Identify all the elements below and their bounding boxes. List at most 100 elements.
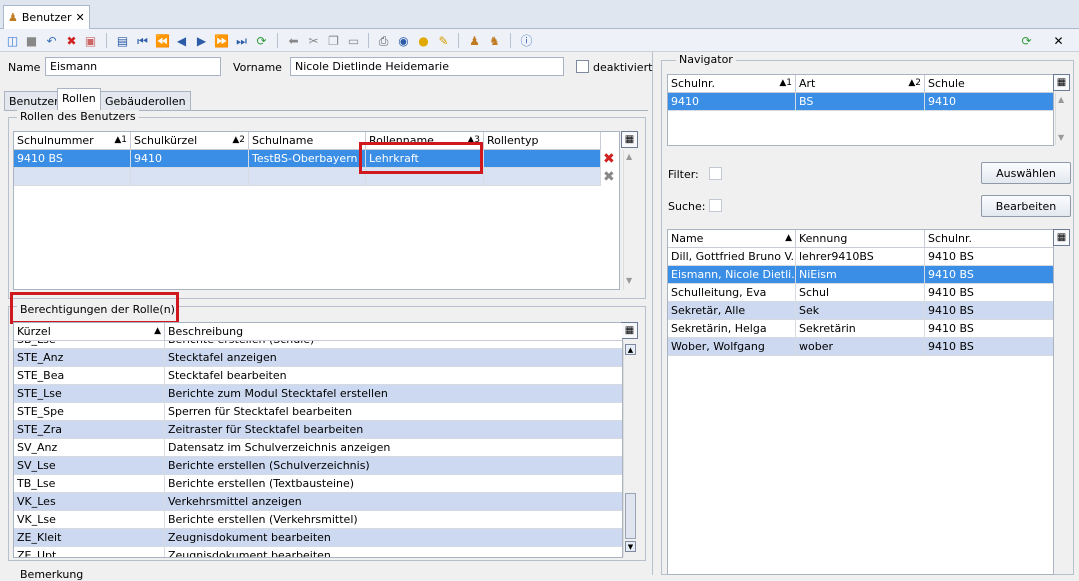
scroll-up-icon[interactable]: ▲: [625, 344, 636, 355]
table-row[interactable]: TB_Lse Berichte erstellen (Textbausteine): [14, 475, 622, 493]
deaktiviert-checkbox[interactable]: [576, 60, 589, 73]
column-header-rollentyp[interactable]: Rollentyp: [484, 132, 601, 150]
table-row[interactable]: 9410 BS 9410: [668, 93, 1053, 111]
name-field[interactable]: Eismann: [45, 57, 221, 76]
table-row[interactable]: ZE_Upt Zeugnisdokument bearbeiten: [14, 547, 622, 557]
previous-icon[interactable]: ◀: [173, 32, 190, 49]
print-icon[interactable]: ⎙: [375, 32, 392, 49]
table-row[interactable]: SV_Lse Berichte erstellen (Schulverzeichn…: [14, 457, 622, 475]
tab-benutzer-document[interactable]: ♟ Benutzer ✕: [3, 5, 90, 29]
navigator-scrollbar[interactable]: ▲ ▼: [1055, 93, 1069, 145]
permissions-column-chooser-icon[interactable]: ▦: [621, 322, 638, 339]
scroll-thumb[interactable]: [625, 493, 636, 539]
table-row[interactable]: SV_Anz Datensatz im Schulverzeichnis anze…: [14, 439, 622, 457]
user-group-icon[interactable]: ♞: [486, 32, 503, 49]
tab-gebaeuderollen[interactable]: Gebäuderollen: [100, 91, 191, 111]
column-header-schule[interactable]: Schule: [925, 75, 1053, 93]
table-row[interactable]: STE_Anz Stecktafel anzeigen: [14, 349, 622, 367]
filter-checkbox[interactable]: [709, 167, 722, 180]
name-cell: Schulleitung, Eva: [668, 284, 796, 302]
table-row[interactable]: ZE_Kleit Zeugnisdokument bearbeiten: [14, 529, 622, 547]
delete-row-icon[interactable]: ✖: [603, 151, 615, 167]
table-row[interactable]: 9410 BS 9410 TestBS-Oberbayern Lehrkraft: [14, 150, 601, 168]
column-header-art[interactable]: Art ▲2: [796, 75, 925, 93]
users-column-chooser-icon[interactable]: ▦: [1053, 229, 1070, 246]
new-row[interactable]: [14, 168, 601, 186]
back-arrow-icon[interactable]: ⬅: [285, 32, 302, 49]
table-row[interactable]: Wober, Wolfgang wober 9410 BS: [668, 338, 1053, 356]
name-cell: Sekretärin, Helga: [668, 320, 796, 338]
permissions-scrollbar[interactable]: ▲ ▼: [623, 341, 637, 557]
toolbar: ◫ ■ ↶ ✖ ▣ ▤ ⏮ ⏪ ◀ ▶ ⏩ ⏭ ⟳ ⬅ ✂ ❐ ▭ ⎙ ◉ ● …: [0, 29, 1079, 52]
cut-icon[interactable]: ✂: [305, 32, 322, 49]
users-icon: ♟: [8, 11, 18, 24]
table-row[interactable]: Sekretärin, Helga Sekretärin 9410 BS: [668, 320, 1053, 338]
auswaehlen-button[interactable]: Auswählen: [981, 162, 1071, 184]
vorname-label: Vorname: [233, 61, 282, 74]
roles-scrollbar[interactable]: ▲ ▼: [623, 150, 637, 290]
fast-back-icon[interactable]: ⏪: [154, 32, 171, 49]
column-header-schulnr[interactable]: Schulnr. ▲1: [668, 75, 796, 93]
table-row[interactable]: Sekretär, Alle Sek 9410 BS: [668, 302, 1053, 320]
suche-checkbox[interactable]: [709, 199, 722, 212]
column-chooser-icon[interactable]: ▦: [621, 131, 638, 148]
column-header-kuerzel[interactable]: Kürzel ▲: [14, 323, 165, 341]
close-window-icon[interactable]: ✕: [1050, 32, 1067, 49]
table-row[interactable]: VK_Lse Berichte erstellen (Verkehrsmittel…: [14, 511, 622, 529]
kuerzel-cell: SV_Anz: [14, 439, 165, 457]
delete-icon[interactable]: ✖: [63, 32, 80, 49]
beschreibung-cell: Datensatz im Schulverzeichnis anzeigen: [165, 439, 622, 457]
fast-forward-icon[interactable]: ⏩: [213, 32, 230, 49]
last-record-icon[interactable]: ⏭: [233, 32, 250, 49]
table-row[interactable]: STE_Bea Stecktafel bearbeiten: [14, 367, 622, 385]
column-header-schulnr-users[interactable]: Schulnr.: [925, 230, 1053, 248]
preview-icon[interactable]: ◉: [395, 32, 412, 49]
users-icon[interactable]: ♟: [466, 32, 483, 49]
table-row[interactable]: Eismann, Nicole Dietli... NiEism 9410 BS: [668, 266, 1053, 284]
save-icon[interactable]: ■: [23, 32, 40, 49]
undo-icon[interactable]: ↶: [43, 32, 60, 49]
splitter[interactable]: [652, 52, 653, 575]
vorname-field[interactable]: Nicole Dietlinde Heidemarie: [290, 57, 564, 76]
paste-icon[interactable]: ▭: [345, 32, 362, 49]
list-icon[interactable]: ▤: [114, 32, 131, 49]
refresh-window-icon[interactable]: ⟳: [1018, 32, 1035, 49]
bearbeiten-button[interactable]: Bearbeiten: [981, 195, 1071, 217]
column-header-schulname[interactable]: Schulname: [249, 132, 366, 150]
close-icon[interactable]: ✕: [76, 11, 85, 24]
scroll-down-icon[interactable]: ▼: [625, 541, 636, 552]
document-tab-bar: [0, 0, 1079, 29]
beschreibung-cell: Berichte zum Modul Stecktafel erstellen: [165, 385, 622, 403]
column-header-name[interactable]: Name ▲: [668, 230, 796, 248]
reset-icon[interactable]: ▣: [82, 32, 99, 49]
kennung-cell: Schul: [796, 284, 925, 302]
table-row[interactable]: VK_Les Verkehrsmittel anzeigen: [14, 493, 622, 511]
next-icon[interactable]: ▶: [193, 32, 210, 49]
table-row[interactable]: STE_Lse Berichte zum Modul Stecktafel ers…: [14, 385, 622, 403]
refresh-icon[interactable]: ⟳: [253, 32, 270, 49]
name-cell: Wober, Wolfgang: [668, 338, 796, 356]
tab-rollen[interactable]: Rollen: [57, 88, 101, 110]
name-cell: Sekretär, Alle: [668, 302, 796, 320]
help-icon[interactable]: ⓘ: [518, 32, 535, 49]
name-cell: Dill, Gottfried Bruno V...: [668, 248, 796, 266]
brush-icon[interactable]: ✎: [435, 32, 452, 49]
column-header-beschreibung[interactable]: Beschreibung: [165, 323, 622, 341]
tab-label: Benutzer: [21, 11, 72, 24]
column-header-schulnummer[interactable]: Schulnummer ▲1: [14, 132, 131, 150]
lightbulb-icon[interactable]: ●: [415, 32, 432, 49]
table-row[interactable]: STE_Spe Sperren für Stecktafel bearbeiten: [14, 403, 622, 421]
beschreibung-cell: Zeugnisdokument bearbeiten: [165, 547, 622, 557]
table-row[interactable]: STE_Zra Zeitraster für Stecktafel bearbei…: [14, 421, 622, 439]
navigator-column-chooser-icon[interactable]: ▦: [1053, 74, 1070, 91]
copy-icon[interactable]: ❐: [325, 32, 342, 49]
column-header-schulkuerzel[interactable]: Schulkürzel ▲2: [131, 132, 249, 150]
table-row[interactable]: Schulleitung, Eva Schul 9410 BS: [668, 284, 1053, 302]
table-row[interactable]: Dill, Gottfried Bruno V... lehrer9410BS 94…: [668, 248, 1053, 266]
kuerzel-cell: STE_Zra: [14, 421, 165, 439]
column-header-kennung[interactable]: Kennung: [796, 230, 925, 248]
new-icon[interactable]: ◫: [4, 32, 21, 49]
kennung-cell: Sekretärin: [796, 320, 925, 338]
tab-benutzer[interactable]: Benutzer: [4, 91, 64, 111]
first-record-icon[interactable]: ⏮: [134, 32, 151, 49]
